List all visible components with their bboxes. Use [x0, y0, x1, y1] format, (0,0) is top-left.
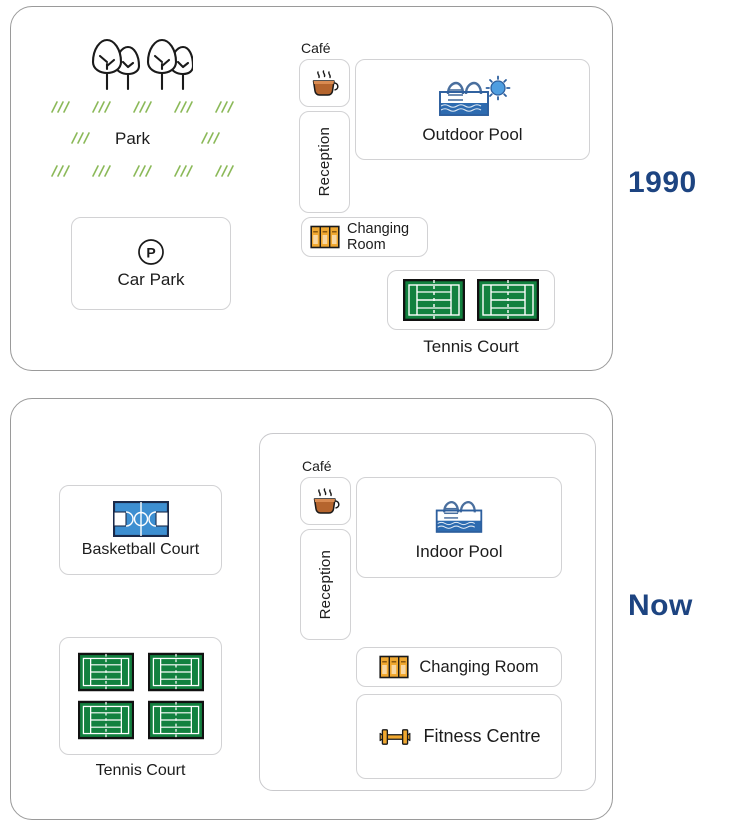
- svg-text:P: P: [146, 244, 155, 260]
- changing-room-box-now[interactable]: Changing Room: [356, 647, 562, 687]
- park-grass-row-2b: [199, 130, 231, 146]
- fitness-centre-box[interactable]: Fitness Centre: [356, 694, 562, 779]
- reception-box-now[interactable]: Reception: [300, 529, 351, 640]
- leisure-complex-container: Café Reception Indoor Pool Changing Room…: [259, 433, 596, 791]
- changing-room-box-1990[interactable]: Changing Room: [301, 217, 428, 257]
- locker-icon: [379, 655, 409, 679]
- fitness-centre-label: Fitness Centre: [423, 726, 541, 747]
- park-grass-row-3: [49, 163, 264, 179]
- outdoor-pool-label: Outdoor Pool: [422, 124, 523, 144]
- indoor-pool-label: Indoor Pool: [415, 541, 503, 561]
- tennis-court-label-now: Tennis Court: [95, 762, 186, 779]
- parking-p-icon: P: [138, 239, 164, 265]
- cafe-label-now: Café: [302, 458, 332, 474]
- grass-tuft-icon: [201, 132, 220, 144]
- tennis-court-icon: [147, 652, 204, 692]
- diagram-canvas: Park P Car Park Café Reception Outdoor P…: [0, 0, 733, 826]
- panel-1990: Park P Car Park Café Reception Outdoor P…: [10, 6, 613, 371]
- grass-tuft-icon: [51, 165, 234, 177]
- basketball-court-icon: [112, 501, 169, 538]
- tennis-court-box-now[interactable]: [59, 637, 222, 755]
- coffee-cup-icon: [313, 488, 340, 514]
- tennis-court-icon: [477, 279, 539, 321]
- park-grass-row-1: [49, 99, 264, 115]
- tennis-court-box-1990[interactable]: [387, 270, 555, 330]
- park-trees: [83, 37, 193, 92]
- dumbbell-icon: [380, 728, 411, 745]
- changing-room-label-line2: Room: [347, 237, 386, 253]
- tennis-court-icon: [403, 279, 465, 321]
- reception-label-now: Reception: [317, 549, 334, 620]
- park-label: Park: [115, 129, 150, 148]
- indoor-pool-icon: [435, 501, 483, 533]
- tennis-court-icon: [77, 700, 134, 740]
- indoor-pool-box[interactable]: Indoor Pool: [356, 477, 562, 578]
- changing-room-label-now: Changing Room: [419, 657, 539, 676]
- cafe-box-now[interactable]: [300, 477, 351, 525]
- basketball-court-box[interactable]: Basketball Court: [59, 485, 222, 575]
- tennis-court-label-1990: Tennis Court: [423, 337, 519, 356]
- cafe-label-1990: Café: [301, 40, 331, 56]
- park-grass-row-2: [69, 130, 101, 146]
- outdoor-pool-icon: [438, 75, 510, 116]
- tree-icon: [91, 38, 193, 91]
- grass-tuft-icon: [51, 101, 234, 113]
- car-park-box[interactable]: P Car Park: [71, 217, 231, 310]
- changing-room-label-line1: Changing: [347, 220, 410, 237]
- basketball-court-label: Basketball Court: [81, 541, 200, 559]
- locker-icon: [310, 225, 340, 249]
- coffee-cup-icon: [312, 70, 339, 96]
- era-label-1990: 1990: [628, 166, 697, 199]
- reception-box-1990[interactable]: Reception: [299, 111, 350, 213]
- cafe-box-1990[interactable]: [299, 59, 350, 107]
- car-park-label: Car Park: [117, 269, 185, 289]
- panel-now: Basketball Court Tennis Court Café Recep…: [10, 398, 613, 820]
- tennis-court-icon: [77, 652, 134, 692]
- era-label-now: Now: [628, 589, 693, 622]
- grass-tuft-icon: [71, 132, 90, 144]
- tennis-court-icon: [147, 700, 204, 740]
- reception-label-1990: Reception: [316, 127, 333, 197]
- outdoor-pool-box[interactable]: Outdoor Pool: [355, 59, 590, 160]
